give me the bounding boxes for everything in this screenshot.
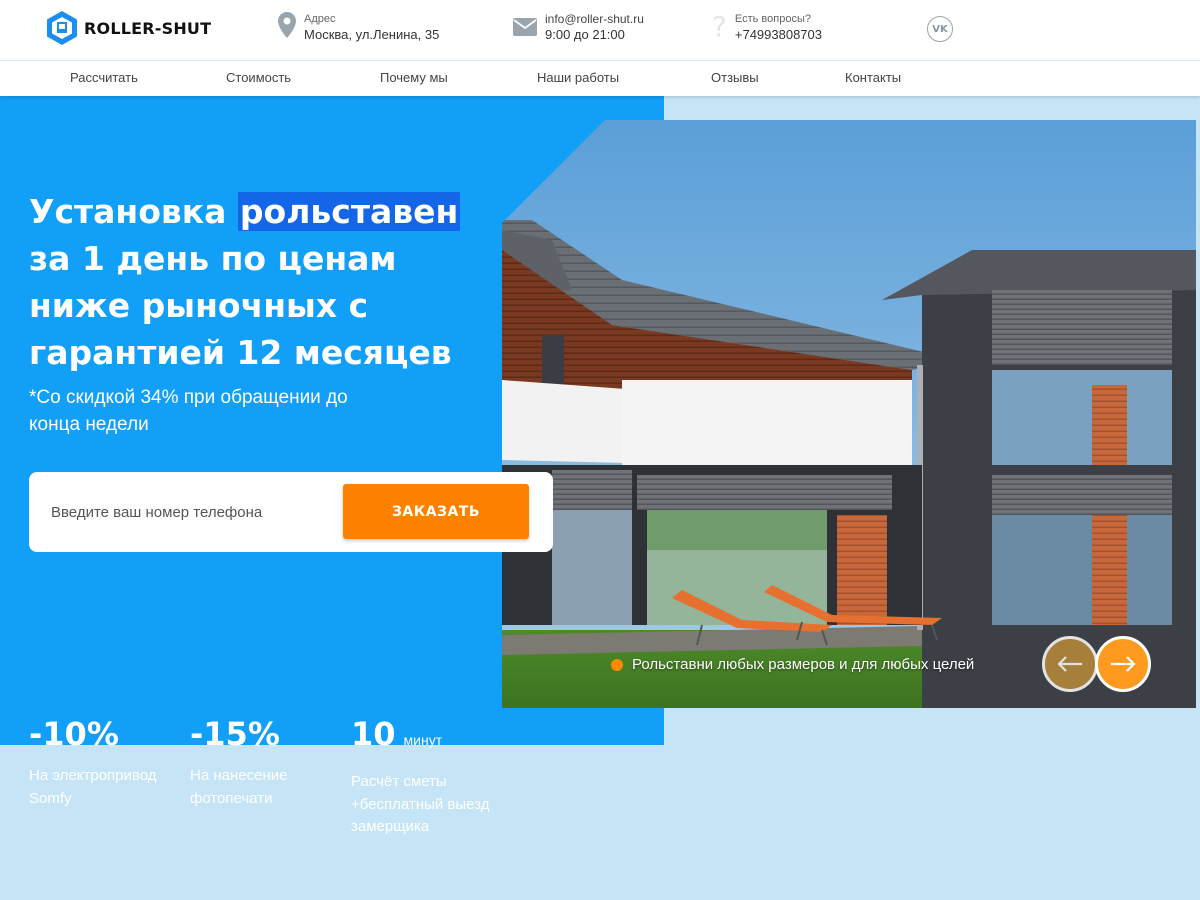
order-button[interactable]: ЗАКАЗАТЬ [343,484,529,539]
logo[interactable]: ROLLER-SHUT [46,10,211,46]
email-link[interactable]: info@roller-shut.ru [545,12,644,26]
question-icon: ? [712,10,727,43]
nav-item-contacts[interactable]: Контакты [845,70,901,85]
work-hours: 9:00 до 21:00 [545,27,625,42]
nav-item-reviews[interactable]: Отзывы [711,70,759,85]
caption-text: Рольставни любых размеров и для любых це… [632,656,975,673]
phone-link[interactable]: +74993808703 [735,26,822,44]
nav-item-why-us[interactable]: Почему мы [380,70,448,85]
questions-block: ? Есть вопросы? +74993808703 [712,12,822,44]
address-block: Адрес Москва, ул.Ленина, 35 [278,12,439,44]
stat-value: -10% [29,715,119,753]
stat-desc: На нанесение фотопечати [190,767,288,807]
address-label: Адрес [304,13,336,25]
main-nav: Рассчитать Стоимость Почему мы Наши рабо… [0,60,1200,96]
logo-text: ROLLER-SHUT [84,18,212,38]
stat-desc: Расчёт сметы +бесплатный выезд замерщика [351,773,490,835]
address-value: Москва, ул.Ленина, 35 [304,27,440,42]
stat-value: -15% [190,715,280,753]
vk-icon[interactable]: VK [927,16,953,42]
stat-photo-print: -15% На нанесение фотопечати [190,714,330,810]
nav-item-price[interactable]: Стоимость [226,70,291,85]
stat-desc: На электропривод Somfy [29,767,157,807]
hero-title-highlight: рольставен [237,192,461,231]
house-photo [502,120,1196,708]
location-pin-icon [278,12,296,38]
slider-next-button[interactable] [1095,636,1151,692]
order-form: ЗАКАЗАТЬ [29,472,553,552]
logo-hexagon-icon [47,11,77,45]
stat-number: 10 [351,715,396,753]
nav-item-calculate[interactable]: Рассчитать [70,70,138,85]
nav-item-our-works[interactable]: Наши работы [537,70,619,85]
envelope-icon [513,18,537,36]
arrow-left-icon [1057,656,1082,672]
stat-electric-drive: -10% На электропривод Somfy [29,714,179,810]
slider-caption: Рольставни любых размеров и для любых це… [611,656,974,673]
questions-label: Есть вопросы? [734,13,811,25]
contact-block: info@roller-shut.ru 9:00 до 21:00 [513,12,644,44]
hero-subtitle: *Со скидкой 34% при обращении до конца н… [29,387,348,435]
stat-value: 10 минут [351,714,501,760]
arrow-right-icon [1111,656,1136,672]
slider-prev-button[interactable] [1042,636,1098,692]
phone-input[interactable] [51,498,341,526]
caption-dot-icon [611,658,623,671]
header-topbar: ROLLER-SHUT Адрес Москва, ул.Ленина, 35 … [0,0,1200,60]
hero-title-part: Установка [29,192,238,231]
house-illustration [502,120,1196,708]
stat-unit: минут [403,732,443,748]
stat-estimate-time: 10 минут Расчёт сметы +бесплатный выезд з… [351,714,501,839]
hero-title-part: за 1 день по ценам ниже рыночных с гаран… [29,239,452,372]
hero-title: Установка рольставен за 1 день по ценам … [29,188,499,376]
